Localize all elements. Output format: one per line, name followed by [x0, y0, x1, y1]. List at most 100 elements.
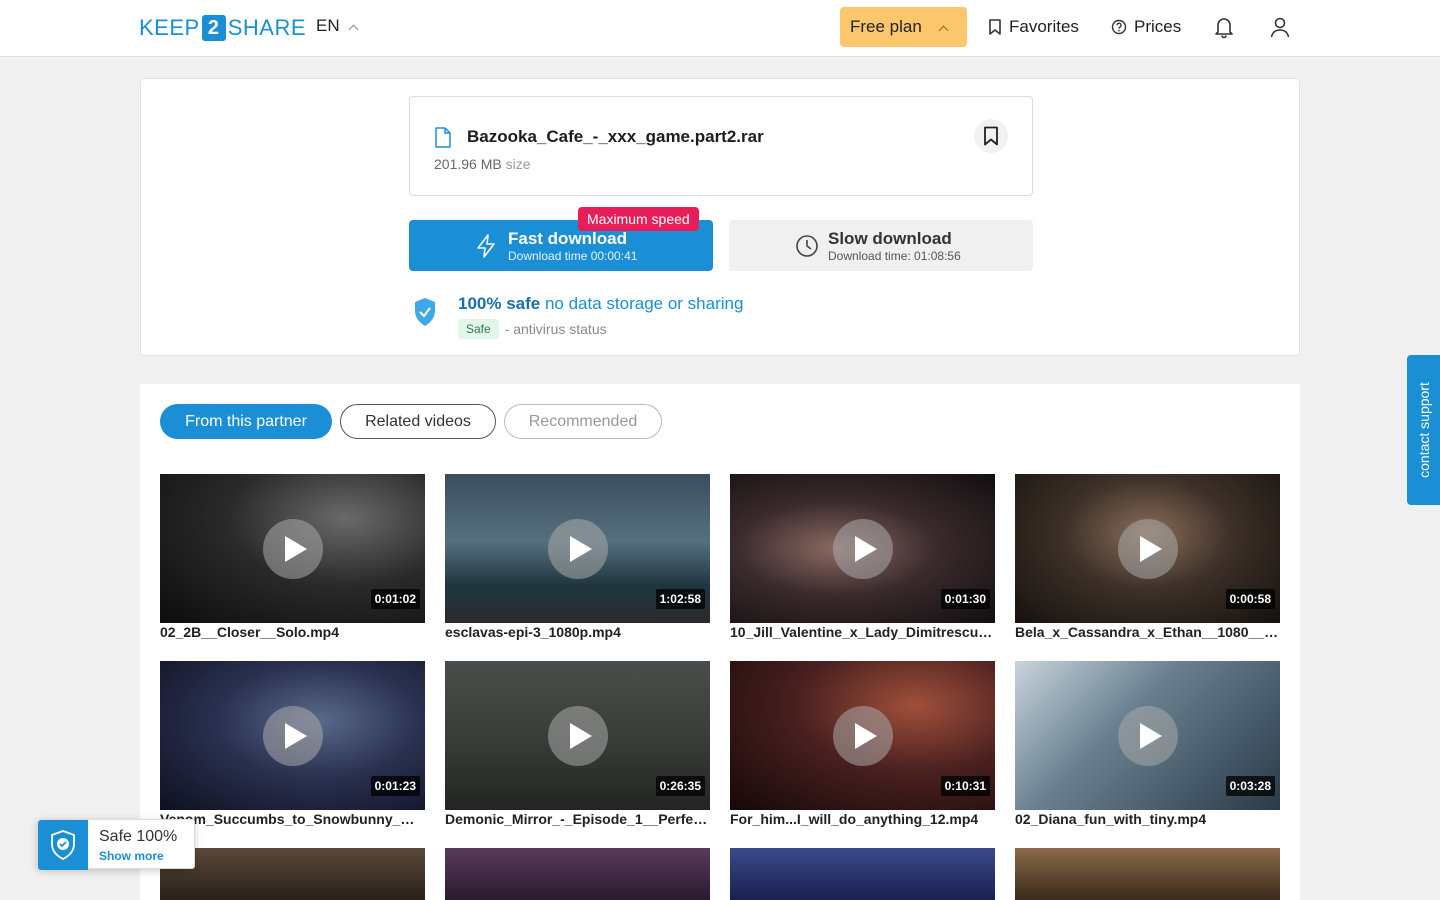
video-title[interactable]: 10_Jill_Valentine_x_Lady_Dimitrescu_… — [730, 624, 995, 640]
video-duration: 0:01:30 — [940, 589, 990, 609]
antivirus-status: Safe - antivirus status — [458, 319, 607, 339]
lightning-icon — [477, 234, 495, 258]
user-icon[interactable] — [1267, 14, 1293, 40]
safe-badge-widget[interactable]: Safe 100% Show more — [37, 819, 195, 870]
file-size: 201.96 MB size — [434, 156, 531, 172]
add-to-favorites-button[interactable] — [974, 119, 1008, 153]
video-title[interactable]: Venom_Succumbs_to_Snowbunny_Min… — [160, 811, 425, 827]
video-thumbnail[interactable]: 0:01:30 — [730, 474, 995, 623]
favorites-link[interactable]: Favorites — [988, 17, 1079, 37]
antivirus-text: - antivirus status — [504, 321, 607, 337]
video-card[interactable]: 0:26:35 Demonic_Mirror_-_Episode_1__Perf… — [445, 661, 710, 827]
logo-number: 2 — [201, 15, 226, 41]
tab-related-videos[interactable]: Related videos — [340, 404, 496, 439]
video-card[interactable] — [160, 848, 425, 900]
play-icon[interactable] — [833, 706, 893, 766]
video-thumbnail[interactable]: 0:00:58 — [1015, 474, 1280, 623]
file-size-unit: size — [505, 156, 531, 172]
chevron-up-icon — [938, 25, 949, 36]
contact-support-label: contact support — [1415, 382, 1432, 478]
file-card: Bazooka_Cafe_-_xxx_game.part2.rar 201.96… — [409, 96, 1033, 196]
play-icon[interactable] — [263, 706, 323, 766]
safe-widget-title: Safe 100% — [99, 828, 178, 845]
video-thumbnail[interactable]: 0:01:23 — [160, 661, 425, 810]
plan-dropdown[interactable]: Free plan — [840, 7, 967, 47]
video-card[interactable] — [730, 848, 995, 900]
video-title[interactable]: 02_2B__Closer__Solo.mp4 — [160, 624, 425, 640]
prices-label: Prices — [1134, 17, 1182, 36]
plan-label: Free plan — [850, 17, 922, 36]
help-circle-icon — [1111, 19, 1127, 35]
favorites-label: Favorites — [1009, 17, 1079, 36]
video-duration: 1:02:58 — [655, 589, 705, 609]
video-gallery: From this partner Related videos Recomme… — [140, 384, 1300, 900]
video-duration: 0:10:31 — [940, 776, 990, 796]
video-thumbnail[interactable] — [445, 848, 710, 900]
slow-download-button[interactable]: Slow download Download time: 01:08:56 — [729, 220, 1033, 271]
file-panel: Bazooka_Cafe_-_xxx_game.part2.rar 201.96… — [140, 78, 1300, 356]
video-title[interactable]: For_him...I_will_do_anything_12.mp4 — [730, 811, 995, 827]
video-card[interactable]: 0:10:31 For_him...I_will_do_anything_12.… — [730, 661, 995, 827]
video-card[interactable]: 1:02:58 esclavas-epi-3_1080p.mp4 — [445, 474, 710, 640]
contact-support-button[interactable]: contact support — [1407, 355, 1440, 505]
video-duration: 0:26:35 — [655, 776, 705, 796]
safety-strong: 100% safe — [458, 294, 541, 313]
play-icon[interactable] — [548, 706, 608, 766]
video-title[interactable]: Bela_x_Cassandra_x_Ethan__1080___… — [1015, 624, 1280, 640]
bell-icon[interactable] — [1211, 14, 1237, 40]
video-card[interactable] — [1015, 848, 1280, 900]
slow-download-label: Slow download — [828, 229, 952, 248]
video-title[interactable]: 02_Diana_fun_with_tiny.mp4 — [1015, 811, 1280, 827]
keep2share-logo[interactable]: KEEP 2 SHARE — [139, 14, 306, 42]
bookmark-icon — [989, 19, 1001, 35]
video-thumbnail[interactable]: 0:10:31 — [730, 661, 995, 810]
video-card[interactable]: 0:01:02 02_2B__Closer__Solo.mp4 — [160, 474, 425, 640]
video-card[interactable]: 0:00:58 Bela_x_Cassandra_x_Ethan__1080__… — [1015, 474, 1280, 640]
tab-recommended[interactable]: Recommended — [504, 404, 662, 439]
logo-left: KEEP — [139, 15, 200, 40]
play-icon[interactable] — [1118, 519, 1178, 579]
video-duration: 0:01:23 — [370, 776, 420, 796]
shield-check-icon — [51, 830, 75, 860]
video-thumbnail[interactable] — [1015, 848, 1280, 900]
antivirus-badge: Safe — [458, 319, 499, 339]
play-icon[interactable] — [1118, 706, 1178, 766]
video-card[interactable]: 0:01:23 Venom_Succumbs_to_Snowbunny_Min… — [160, 661, 425, 827]
video-card[interactable] — [445, 848, 710, 900]
file-size-value: 201.96 MB — [434, 156, 502, 172]
play-icon[interactable] — [263, 519, 323, 579]
video-duration: 0:03:28 — [1225, 776, 1275, 796]
prices-link[interactable]: Prices — [1111, 17, 1181, 37]
safety-statement: 100% safe no data storage or sharing — [458, 294, 743, 314]
language-label: EN — [316, 16, 340, 35]
video-title[interactable]: Demonic_Mirror_-_Episode_1__Perfect… — [445, 811, 710, 827]
video-thumbnail[interactable] — [730, 848, 995, 900]
play-icon[interactable] — [548, 519, 608, 579]
video-card[interactable]: 0:03:28 02_Diana_fun_with_tiny.mp4 — [1015, 661, 1280, 827]
video-thumbnail[interactable]: 0:01:02 — [160, 474, 425, 623]
file-icon — [435, 127, 451, 148]
video-thumbnail[interactable]: 0:03:28 — [1015, 661, 1280, 810]
video-thumbnail[interactable]: 0:26:35 — [445, 661, 710, 810]
shield-check-icon — [415, 298, 435, 326]
video-duration: 0:00:58 — [1225, 589, 1275, 609]
video-thumbnail[interactable] — [160, 848, 425, 900]
bookmark-icon — [984, 126, 998, 146]
language-selector[interactable]: EN — [316, 16, 359, 36]
video-title[interactable]: esclavas-epi-3_1080p.mp4 — [445, 624, 710, 640]
safe-widget-show-more[interactable]: Show more — [99, 849, 164, 863]
top-header: KEEP 2 SHARE EN Free plan Favorites Pric… — [0, 0, 1440, 57]
tab-from-this-partner[interactable]: From this partner — [160, 404, 332, 439]
play-icon[interactable] — [833, 519, 893, 579]
file-name: Bazooka_Cafe_-_xxx_game.part2.rar — [467, 127, 764, 146]
fast-download-time: Download time 00:00:41 — [508, 249, 638, 263]
safety-rest: no data storage or sharing — [544, 294, 744, 313]
video-card[interactable]: 0:01:30 10_Jill_Valentine_x_Lady_Dimitre… — [730, 474, 995, 640]
chevron-up-icon — [348, 24, 359, 34]
video-duration: 0:01:02 — [370, 589, 420, 609]
maximum-speed-badge: Maximum speed — [578, 207, 699, 231]
slow-download-time: Download time: 01:08:56 — [828, 249, 961, 263]
fast-download-label: Fast download — [508, 229, 627, 248]
video-thumbnail[interactable]: 1:02:58 — [445, 474, 710, 623]
safe-widget-icon-box — [38, 820, 88, 870]
